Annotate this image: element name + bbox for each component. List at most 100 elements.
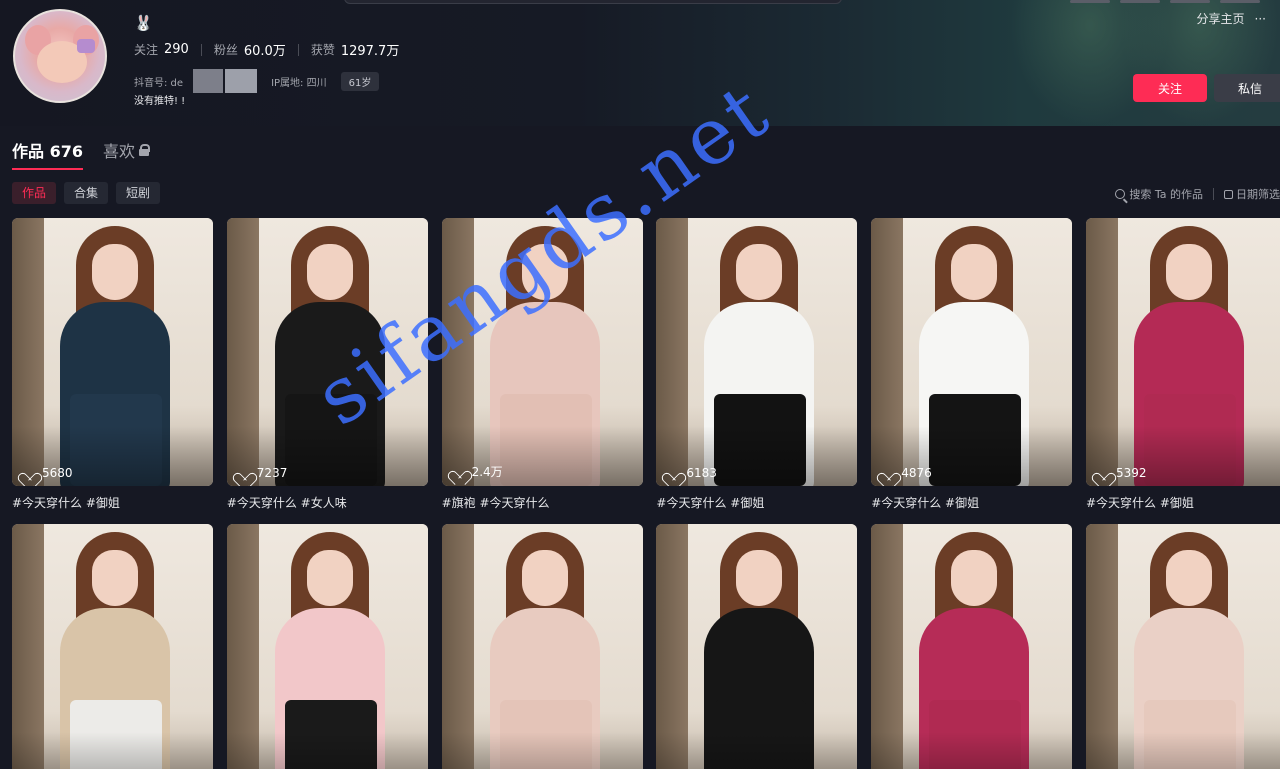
like-count: 5392 <box>1096 466 1147 480</box>
like-count: 4876 <box>881 466 932 480</box>
video-card[interactable] <box>1086 524 1280 769</box>
share-area: 分享主页 ··· <box>1197 10 1266 27</box>
video-card[interactable] <box>12 524 213 769</box>
video-thumbnail[interactable]: 4876 <box>871 218 1073 486</box>
video-caption[interactable]: #旗袍 #今天穿什么 <box>442 494 643 511</box>
lock-icon <box>139 144 150 156</box>
search-works-label: 搜索 Ta 的作品 <box>1129 188 1203 201</box>
video-caption[interactable]: #今天穿什么 #御姐 <box>656 494 857 511</box>
subtab-short-dramas[interactable]: 短剧 <box>116 182 161 204</box>
follow-button[interactable]: 关注 <box>1133 74 1207 102</box>
video-thumbnail[interactable] <box>12 524 213 769</box>
video-thumbnail[interactable]: 5392 <box>1086 218 1280 486</box>
video-card[interactable]: 7237 #今天穿什么 #女人味 <box>226 218 428 511</box>
subtab-collections[interactable]: 合集 <box>64 182 109 204</box>
thumb-shade <box>12 732 213 769</box>
like-count-value: 6183 <box>686 466 717 480</box>
avatar[interactable] <box>13 9 107 103</box>
stat-followers[interactable]: 粉丝 60.0万 <box>214 40 286 59</box>
ip-location: IP属地: 四川 <box>271 77 327 89</box>
tab-likes[interactable]: 喜欢 <box>103 138 150 170</box>
video-card[interactable] <box>226 524 428 769</box>
video-thumbnail[interactable]: 2.4万 <box>441 218 643 486</box>
video-card[interactable]: 4876 #今天穿什么 #御姐 <box>871 218 1073 511</box>
thumb-shade <box>441 732 643 769</box>
video-caption[interactable]: #今天穿什么 #御姐 <box>12 494 213 511</box>
avatar-bow <box>77 39 95 53</box>
thumb-shade <box>226 732 428 769</box>
stat-value: 290 <box>164 42 189 57</box>
heart-icon <box>22 467 36 480</box>
more-icon[interactable]: ··· <box>1255 12 1266 26</box>
video-thumbnail[interactable] <box>441 524 643 769</box>
subtabs: 作品 合集 短剧 <box>12 182 161 204</box>
thumb-face <box>736 550 783 606</box>
video-thumbnail[interactable]: 6183 <box>656 218 858 486</box>
like-count: 7237 <box>237 466 288 480</box>
search-works[interactable]: 搜索 Ta 的作品 <box>1115 186 1203 202</box>
stat-label: 粉丝 <box>213 43 238 57</box>
video-thumbnail[interactable]: 7237 <box>226 218 428 486</box>
divider <box>1213 188 1214 200</box>
stat-following[interactable]: 关注 290 <box>134 41 189 58</box>
video-caption[interactable]: #今天穿什么 #女人味 <box>227 494 428 511</box>
divider <box>297 43 299 56</box>
video-card[interactable] <box>441 524 643 769</box>
thumb-face <box>951 550 998 606</box>
like-count: 2.4万 <box>452 463 503 480</box>
video-card[interactable] <box>871 524 1073 769</box>
thumb-face <box>92 244 138 300</box>
video-card[interactable]: 5392 #今天穿什么 #御姐 <box>1086 218 1280 511</box>
video-card[interactable]: 5680 #今天穿什么 #御姐 <box>12 218 213 511</box>
video-caption[interactable]: #今天穿什么 #御姐 <box>871 494 1072 511</box>
like-count-value: 2.4万 <box>471 465 503 479</box>
thumb-face <box>521 550 568 606</box>
video-thumbnail[interactable] <box>871 524 1073 769</box>
share-profile-link[interactable]: 分享主页 <box>1197 10 1245 27</box>
tab-works[interactable]: 作品 676 <box>12 138 83 170</box>
profile-bio: 没有推特! ! <box>134 96 186 107</box>
video-thumbnail[interactable] <box>226 524 428 769</box>
heart-icon <box>666 467 680 480</box>
date-filter-label: 日期筛选 <box>1236 188 1280 201</box>
profile-tabs: 作品 676 喜欢 <box>12 138 150 170</box>
like-count-value: 4876 <box>901 466 932 480</box>
video-caption[interactable]: #今天穿什么 #御姐 <box>1086 494 1280 511</box>
video-thumbnail[interactable]: 5680 <box>12 218 213 486</box>
like-count-value: 5680 <box>42 466 73 480</box>
top-nav[interactable] <box>1070 0 1260 4</box>
video-thumbnail[interactable] <box>656 524 858 769</box>
profile-stats: 关注 290 粉丝 60.0万 获赞 1297.7万 <box>134 40 399 59</box>
stat-value: 1297.7万 <box>340 44 400 59</box>
thumb-shade <box>871 732 1073 769</box>
thumb-face <box>92 550 138 606</box>
rabbit-icon: 🐰 <box>134 14 153 32</box>
profile-name-row: 🐰 <box>134 14 153 32</box>
thumb-face <box>306 550 353 606</box>
message-button[interactable]: 私信 <box>1214 74 1280 102</box>
video-thumbnail[interactable] <box>1086 524 1280 769</box>
redaction-mask <box>193 69 224 93</box>
thumb-face <box>736 244 783 300</box>
like-count-value: 7237 <box>256 466 288 480</box>
video-card[interactable]: 6183 #今天穿什么 #御姐 <box>656 218 858 511</box>
date-filter[interactable]: 日期筛选 <box>1224 186 1280 202</box>
thumb-face <box>521 244 568 300</box>
divider <box>200 43 202 56</box>
profile-banner <box>0 0 1280 126</box>
thumb-face <box>951 244 998 300</box>
heart-icon <box>452 465 466 478</box>
search-icon <box>1115 189 1126 199</box>
like-count-value: 5392 <box>1116 466 1147 480</box>
redaction-mask <box>225 69 258 93</box>
heart-icon <box>1096 467 1110 480</box>
stat-label: 关注 <box>134 43 159 57</box>
video-card[interactable] <box>656 524 858 769</box>
thumb-shade <box>1086 732 1280 769</box>
video-card[interactable]: 2.4万 #旗袍 #今天穿什么 <box>441 218 643 511</box>
global-search-bar[interactable] <box>344 0 842 4</box>
age-badge: 61岁 <box>340 71 380 91</box>
subtab-works[interactable]: 作品 <box>12 182 57 204</box>
thumb-face <box>1166 550 1212 606</box>
profile-meta: 抖音号: de IP属地: 四川 61岁 <box>134 69 380 93</box>
